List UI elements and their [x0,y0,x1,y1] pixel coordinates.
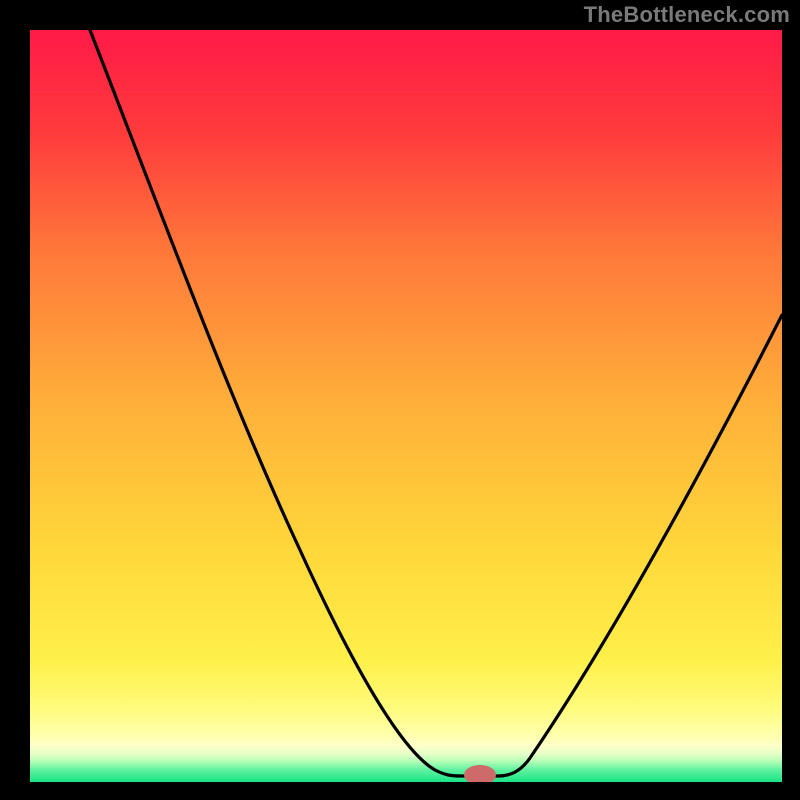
gradient-background [30,30,782,782]
watermark-text: TheBottleneck.com [584,2,790,28]
chart-frame: TheBottleneck.com [0,0,800,800]
bottleneck-chart-svg [30,30,782,782]
plot-area [30,30,782,782]
